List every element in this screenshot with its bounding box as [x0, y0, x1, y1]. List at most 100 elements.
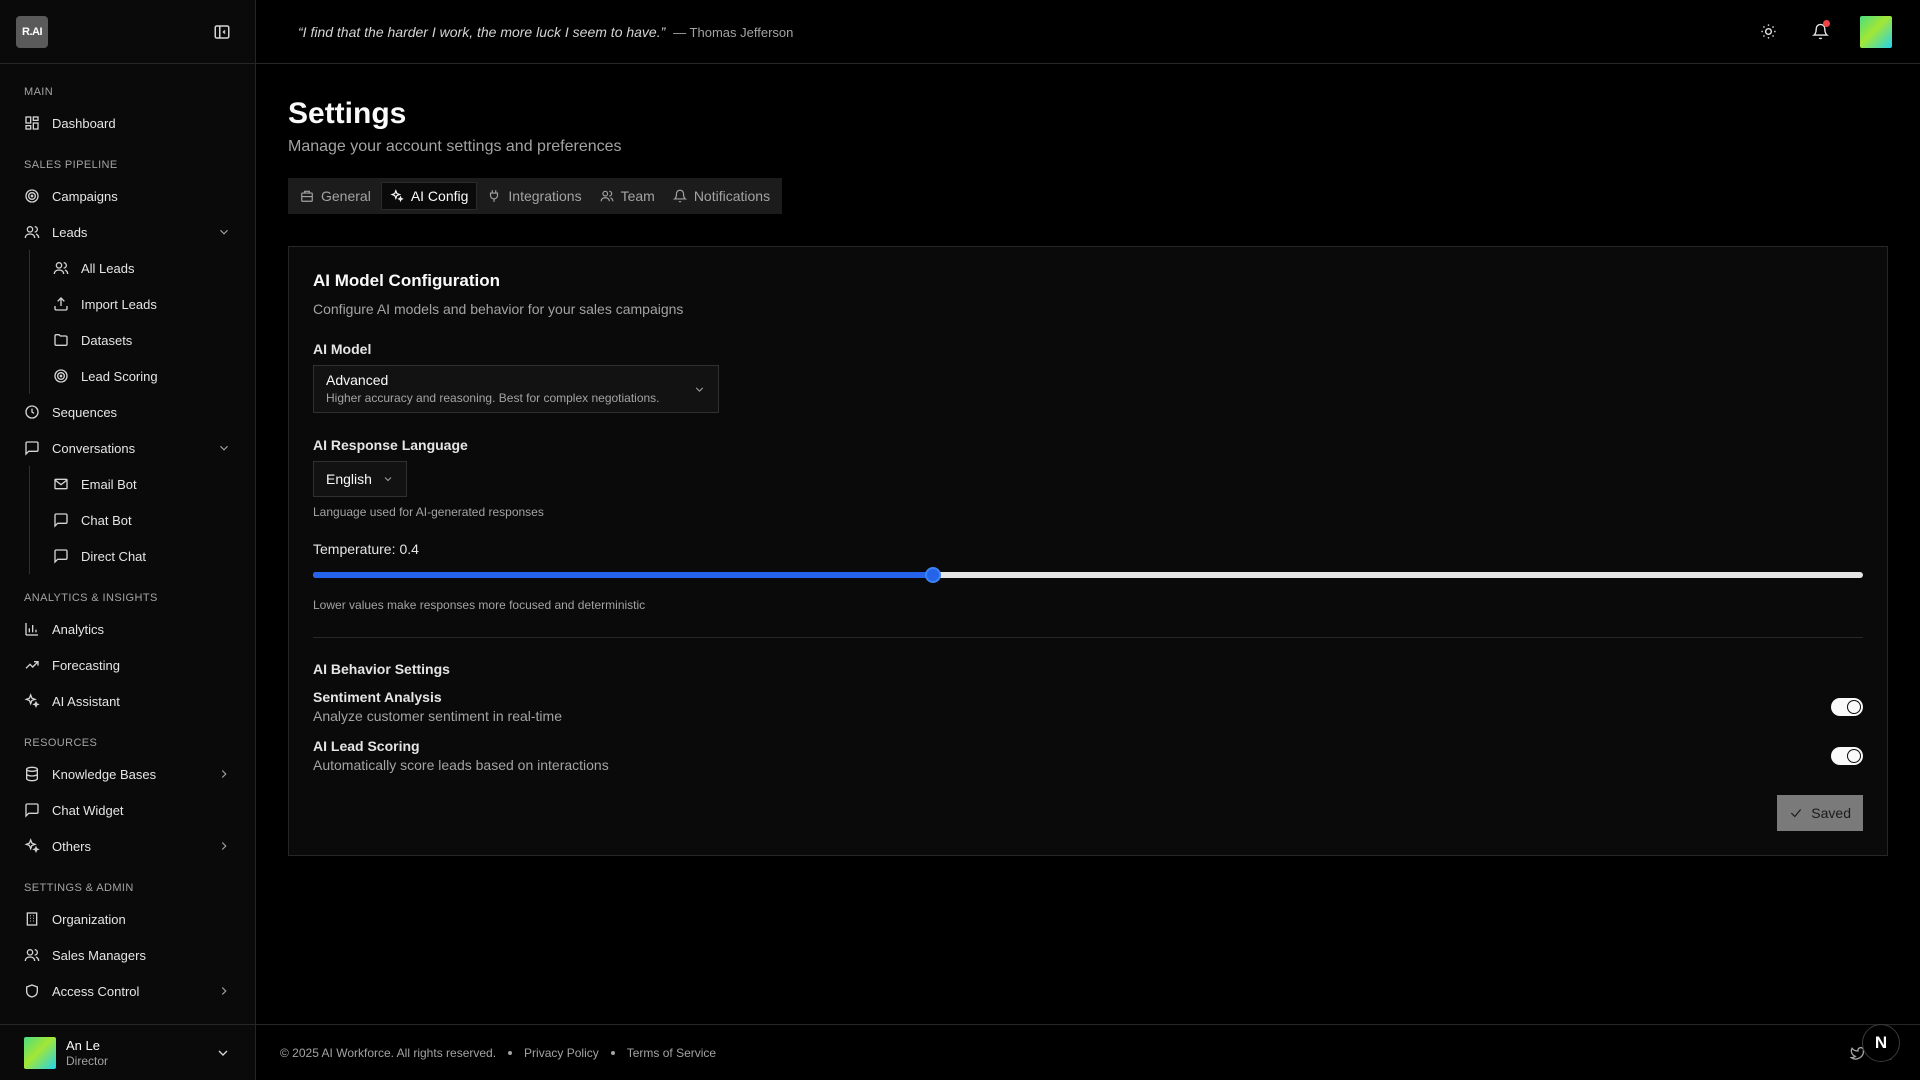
quote-author: — Thomas Jefferson — [673, 24, 794, 40]
sidebar-item-import-leads[interactable]: Import Leads — [30, 286, 255, 322]
clock-icon — [24, 404, 40, 420]
sidebar-item-label: Access Control — [52, 983, 140, 999]
temperature-value: 0.4 — [399, 541, 419, 557]
user-role: Director — [66, 1053, 109, 1068]
chevron-right-icon[interactable] — [217, 984, 231, 998]
sidebar-item-leads[interactable]: Leads — [0, 214, 255, 250]
sidebar-item-others[interactable]: Others — [0, 828, 255, 864]
tab-team[interactable]: Team — [592, 182, 663, 210]
sidebar-item-label: Leads — [52, 224, 88, 240]
building-icon — [300, 189, 314, 203]
theme-toggle-button[interactable] — [1756, 20, 1780, 44]
sidebar-collapse-icon[interactable] — [213, 23, 231, 41]
tab-label: Integrations — [508, 188, 582, 204]
chevron-right-icon[interactable] — [217, 767, 231, 781]
avatar — [24, 1036, 56, 1069]
setting-name: AI Lead Scoring — [313, 738, 420, 754]
section-label-sales: SALES PIPELINE — [24, 159, 118, 171]
sidebar-item-forecasting[interactable]: Forecasting — [0, 647, 255, 683]
sidebar-item-email-bot[interactable]: Email Bot — [30, 466, 255, 502]
folder-icon — [53, 332, 69, 348]
user-info: An Le Director — [66, 1038, 205, 1068]
divider — [313, 637, 1863, 638]
sidebar-item-sequences[interactable]: Sequences — [0, 394, 255, 430]
sidebar-item-ai-assistant[interactable]: AI Assistant — [0, 683, 255, 719]
language-label: AI Response Language — [313, 437, 468, 453]
sidebar-item-lead-scoring[interactable]: Lead Scoring — [30, 358, 255, 394]
sidebar-item-label: Campaigns — [52, 188, 118, 204]
save-button[interactable]: Saved — [1777, 795, 1863, 831]
notifications-button[interactable] — [1808, 19, 1832, 44]
chevron-down-icon[interactable] — [217, 441, 231, 455]
language-select[interactable]: English — [313, 461, 407, 497]
section-label-main: MAIN — [24, 86, 54, 98]
sentiment-analysis-row: Sentiment Analysis Analyze customer sent… — [313, 689, 1863, 724]
temperature-slider[interactable] — [313, 567, 1863, 583]
toggle-knob — [1847, 748, 1861, 763]
leads-submenu: All Leads Import Leads Datasets Lead Sco… — [29, 250, 255, 394]
sidebar-item-label: Conversations — [52, 440, 136, 456]
ai-model-select[interactable]: Advanced Higher accuracy and reasoning. … — [313, 365, 719, 413]
sidebar-item-dashboard[interactable]: Dashboard — [0, 105, 255, 141]
chevron-down-icon[interactable] — [215, 1045, 231, 1061]
top-bar: “I find that the harder I work, the more… — [256, 0, 1920, 64]
language-value: English — [326, 471, 372, 487]
sidebar-item-label: AI Assistant — [52, 693, 120, 709]
shield-icon — [24, 983, 40, 999]
language-hint: Language used for AI-generated responses — [313, 505, 544, 519]
header-actions — [1756, 15, 1892, 48]
setting-description: Analyze customer sentiment in real-time — [313, 708, 562, 724]
temperature-label: Temperature: 0.4 — [313, 541, 1863, 557]
chevron-down-icon — [382, 473, 394, 485]
sidebar-item-conversations[interactable]: Conversations — [0, 430, 255, 466]
sentiment-analysis-toggle[interactable] — [1831, 697, 1863, 716]
sidebar-item-analytics[interactable]: Analytics — [0, 611, 255, 647]
message-square-icon — [24, 440, 40, 456]
sidebar-item-direct-chat[interactable]: Direct Chat — [30, 538, 255, 574]
sidebar-item-access-control[interactable]: Access Control — [0, 973, 255, 1009]
slider-fill — [313, 572, 933, 578]
tab-ai-config[interactable]: AI Config — [380, 182, 478, 210]
footer-links: © 2025 AI Workforce. All rights reserved… — [280, 1046, 1850, 1060]
chevron-down-icon[interactable] — [217, 225, 231, 239]
tab-general[interactable]: General — [292, 182, 379, 210]
card-title: AI Model Configuration — [313, 271, 500, 290]
section-label-settings: SETTINGS & ADMIN — [24, 882, 134, 894]
privacy-policy-link[interactable]: Privacy Policy — [524, 1046, 599, 1060]
sidebar-item-chat-widget[interactable]: Chat Widget — [0, 792, 255, 828]
sidebar-item-campaigns[interactable]: Campaigns — [0, 178, 255, 214]
conversations-submenu: Email Bot Chat Bot Direct Chat — [29, 466, 255, 574]
tab-notifications[interactable]: Notifications — [665, 182, 778, 210]
chevron-down-icon — [693, 383, 706, 396]
sidebar-item-organization[interactable]: Organization — [0, 901, 255, 937]
sidebar-item-all-leads[interactable]: All Leads — [30, 250, 255, 286]
sidebar-item-datasets[interactable]: Datasets — [30, 322, 255, 358]
ai-lead-scoring-toggle[interactable] — [1831, 746, 1863, 765]
target-icon — [24, 188, 40, 204]
save-button-label: Saved — [1811, 805, 1851, 821]
users-icon — [600, 189, 614, 203]
tab-integrations[interactable]: Integrations — [479, 182, 589, 210]
sidebar-item-chat-bot[interactable]: Chat Bot — [30, 502, 255, 538]
users-icon — [53, 260, 69, 276]
behavior-settings-title: AI Behavior Settings — [313, 661, 450, 677]
avatar[interactable] — [1860, 15, 1892, 48]
sidebar-item-sales-managers[interactable]: Sales Managers — [0, 937, 255, 973]
slider-thumb[interactable] — [925, 567, 941, 583]
sidebar-item-knowledge-bases[interactable]: Knowledge Bases — [0, 756, 255, 792]
ai-lead-scoring-row: AI Lead Scoring Automatically score lead… — [313, 738, 1863, 773]
sidebar-header: R.AI — [0, 0, 255, 64]
users-icon — [24, 224, 40, 240]
sidebar-item-label: Chat Widget — [52, 802, 124, 818]
app-logo[interactable]: R.AI — [16, 15, 48, 48]
section-label-resources: RESOURCES — [24, 737, 98, 749]
next-badge[interactable]: N — [1862, 1024, 1900, 1062]
setting-name: Sentiment Analysis — [313, 689, 442, 705]
chevron-right-icon[interactable] — [217, 839, 231, 853]
terms-of-service-link[interactable]: Terms of Service — [627, 1046, 716, 1060]
notification-dot — [1823, 19, 1830, 27]
tab-label: General — [321, 188, 371, 204]
footer-separator — [610, 1050, 615, 1055]
sidebar-item-label: Knowledge Bases — [52, 766, 157, 782]
user-menu[interactable]: An Le Director — [0, 1024, 255, 1080]
